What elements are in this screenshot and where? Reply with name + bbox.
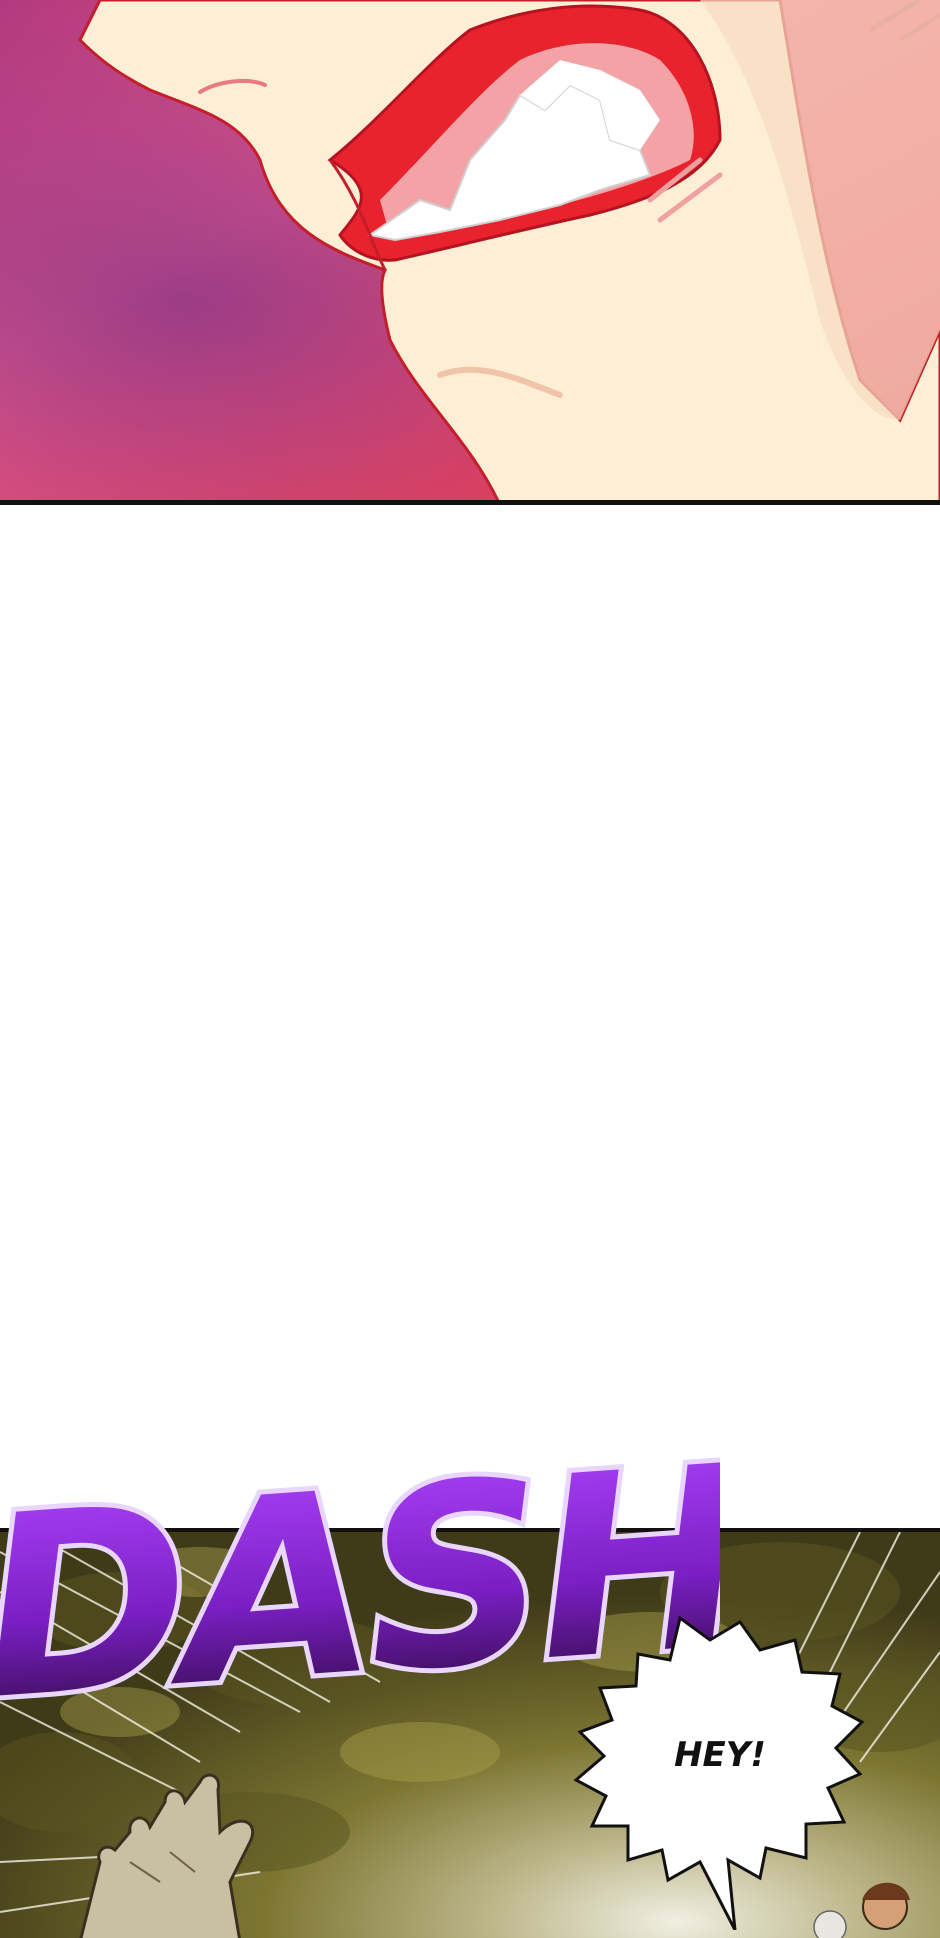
comic-page: DASH HEY! bbox=[0, 0, 940, 1938]
speech-bubble: HEY! bbox=[573, 1615, 865, 1930]
grin-illustration bbox=[0, 0, 940, 500]
panel-top-grin bbox=[0, 0, 940, 505]
speech-bubble-text: HEY! bbox=[674, 1735, 766, 1775]
panel-gutter bbox=[0, 505, 940, 1528]
